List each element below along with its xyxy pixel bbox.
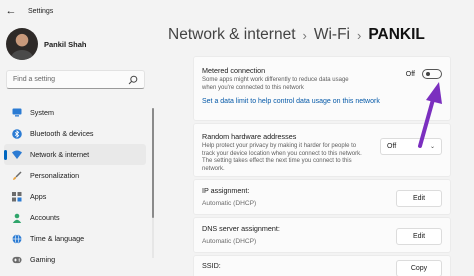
ip-assignment-value: Automatic (DHCP): [202, 200, 257, 207]
sidebar-item-label: Accounts: [30, 213, 60, 222]
metered-connection-title: Metered connection: [202, 66, 266, 75]
search-icon: [128, 75, 138, 84]
sidebar-item-time-language[interactable]: Time & language: [4, 228, 146, 249]
metered-toggle-label: Off: [405, 71, 415, 78]
breadcrumb-network[interactable]: Network & internet: [168, 26, 296, 44]
chevron-right-icon: ›: [357, 27, 362, 43]
paintbrush-icon: [12, 170, 22, 181]
dns-edit-button[interactable]: Edit: [396, 228, 442, 245]
apps-icon: [12, 191, 22, 202]
data-limit-link[interactable]: Set a data limit to help control data us…: [202, 98, 380, 105]
annotation-arrow: [418, 82, 442, 148]
chevron-right-icon: ›: [302, 27, 307, 43]
sidebar-item-label: Gaming: [30, 255, 56, 264]
ssid-title: SSID:: [202, 261, 221, 270]
sidebar-item-label: Apps: [30, 192, 47, 201]
random-hardware-title: Random hardware addresses: [202, 132, 297, 141]
sidebar-item-label: Bluetooth & devices: [30, 129, 94, 138]
sidebar-item-bluetooth[interactable]: Bluetooth & devices: [4, 123, 146, 144]
ip-edit-button[interactable]: Edit: [396, 190, 442, 207]
metered-connection-desc: Some apps might work differently to redu…: [202, 77, 349, 91]
breadcrumb: Network & internet › Wi-Fi › PANKIL: [168, 26, 425, 44]
sidebar-item-network[interactable]: Network & internet: [4, 144, 146, 165]
sidebar-scrollbar-thumb[interactable]: [152, 108, 154, 218]
accounts-icon: [12, 213, 22, 223]
globe-icon: [12, 233, 22, 244]
gaming-icon: [12, 255, 22, 265]
sidebar-item-apps[interactable]: Apps: [4, 186, 146, 207]
search-box[interactable]: Find a setting: [6, 70, 145, 89]
ssid-card: SSID: Copy: [193, 255, 451, 276]
dns-assignment-value: Automatic (DHCP): [202, 238, 257, 245]
sidebar-item-accounts[interactable]: Accounts: [4, 207, 146, 228]
ssid-copy-button[interactable]: Copy: [396, 260, 442, 276]
sidebar-item-label: System: [30, 108, 54, 117]
back-button[interactable]: ←: [0, 0, 22, 22]
sidebar-nav: System Bluetooth & devices Network & int…: [4, 102, 146, 270]
sidebar-item-label: Time & language: [30, 234, 85, 243]
ip-assignment-title: IP assignment:: [202, 186, 250, 195]
avatar: [6, 28, 38, 60]
dns-assignment-title: DNS server assignment:: [202, 224, 280, 233]
search-input[interactable]: Find a setting: [13, 76, 128, 83]
random-hardware-desc: Help protect your privacy by making it h…: [202, 143, 362, 172]
user-profile[interactable]: Pankil Shah: [6, 28, 87, 60]
app-title: Settings: [28, 7, 54, 15]
dns-assignment-card: DNS server assignment: Automatic (DHCP) …: [193, 217, 451, 253]
page-title: PANKIL: [368, 26, 425, 43]
user-name: Pankil Shah: [44, 39, 87, 49]
sidebar-item-label: Network & internet: [30, 150, 90, 159]
metered-connection-toggle[interactable]: [422, 69, 442, 79]
breadcrumb-wifi[interactable]: Wi-Fi: [314, 26, 350, 44]
wifi-icon: [12, 150, 22, 160]
sidebar-item-system[interactable]: System: [4, 102, 146, 123]
bluetooth-icon: [12, 128, 22, 139]
sidebar-item-label: Personalization: [30, 171, 80, 180]
ip-assignment-card: IP assignment: Automatic (DHCP) Edit: [193, 179, 451, 215]
title-bar: ← Settings: [0, 0, 474, 22]
back-arrow-icon: ←: [5, 5, 17, 17]
system-icon: [12, 108, 22, 118]
sidebar-item-gaming[interactable]: Gaming: [4, 249, 146, 270]
sidebar-item-personalization[interactable]: Personalization: [4, 165, 146, 186]
